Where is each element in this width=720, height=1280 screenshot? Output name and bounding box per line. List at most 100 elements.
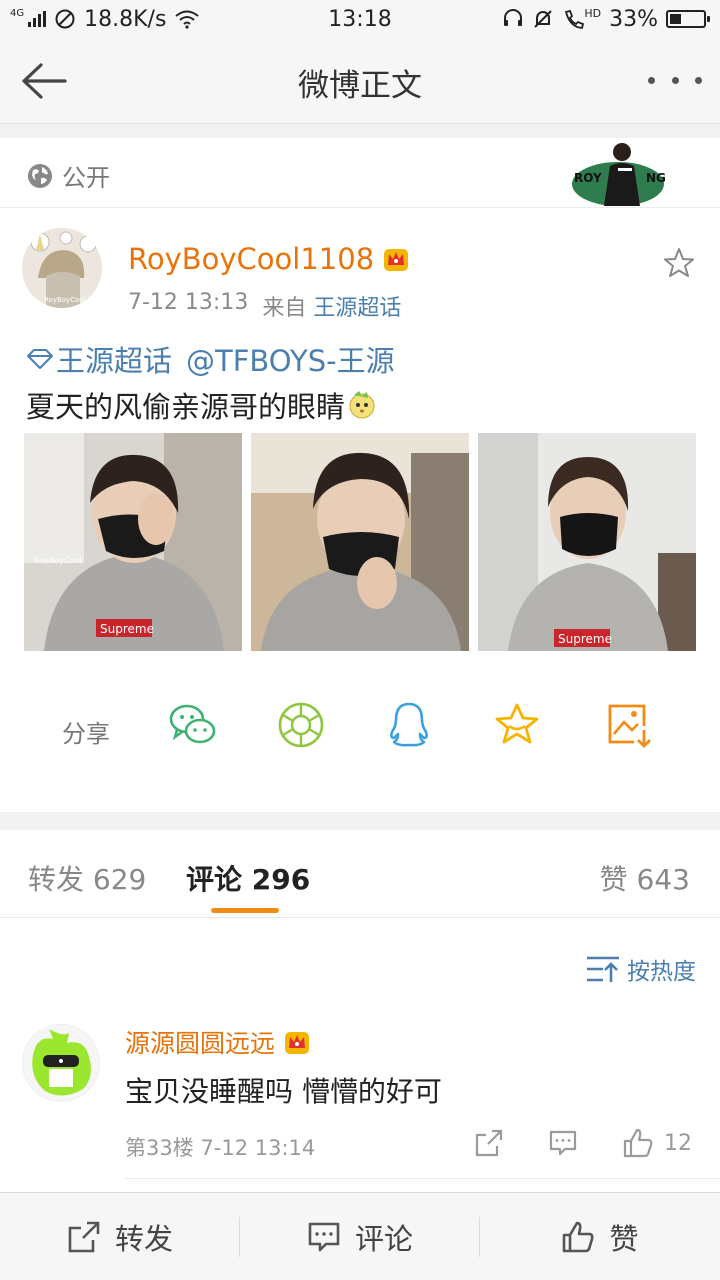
status-left: 4G 18.8K/s bbox=[10, 7, 200, 32]
interaction-tabs: 转发 629 评论 296 赞 643 bbox=[0, 830, 720, 918]
thumbs-up-icon bbox=[563, 1221, 595, 1252]
vip-crown-icon bbox=[384, 249, 409, 271]
repost-label: 转发 bbox=[114, 1221, 173, 1256]
comment-forward-button[interactable] bbox=[474, 1126, 504, 1160]
repost-button[interactable]: 转发 bbox=[0, 1193, 240, 1280]
post-photo-1[interactable]: Supreme RoyBoyCool bbox=[24, 433, 242, 651]
more-button[interactable] bbox=[648, 64, 702, 96]
source-prefix: 来自 bbox=[262, 296, 307, 321]
photo-image bbox=[251, 433, 469, 651]
sort-label: 按热度 bbox=[627, 959, 696, 985]
comment-text: 宝贝没睡醒吗 懵懵的好可 bbox=[125, 1075, 442, 1108]
visibility-bar: 公开 ROY NG bbox=[0, 138, 720, 208]
commenter-avatar[interactable] bbox=[22, 1024, 100, 1102]
wechat-icon bbox=[169, 704, 216, 744]
sort-button[interactable]: 按热度 bbox=[585, 952, 696, 986]
author-name-text: RoyBoyCool1108 bbox=[128, 242, 375, 276]
no-sim-icon bbox=[55, 9, 75, 29]
tab-comment[interactable]: 评论 296 bbox=[186, 858, 310, 898]
avatar-image bbox=[23, 1025, 99, 1101]
thumbs-up-icon bbox=[623, 1128, 653, 1158]
section-gap bbox=[0, 812, 720, 830]
shirt-text: Supreme bbox=[558, 632, 612, 646]
tab-repost-count: 629 bbox=[92, 863, 147, 896]
comment-label: 评论 bbox=[354, 1221, 413, 1256]
mute-icon bbox=[534, 10, 553, 28]
comment-icon bbox=[549, 1130, 577, 1156]
card-badge[interactable]: ROY NG bbox=[566, 138, 670, 206]
nav-header: 微博正文 bbox=[0, 38, 720, 124]
visibility-label: 公开 bbox=[62, 164, 110, 192]
user-badge-image: ROY NG bbox=[572, 143, 666, 206]
signal-icon bbox=[28, 11, 47, 27]
author-name[interactable]: RoyBoyCool1108 bbox=[128, 242, 410, 276]
mention-link[interactable]: @TFBOYS-王源 bbox=[186, 338, 395, 380]
avatar-watermark: RoyBoyCool bbox=[44, 296, 86, 304]
favorite-button[interactable] bbox=[662, 246, 696, 280]
tab-like-count: 643 bbox=[636, 863, 690, 896]
comment-floor: 第33楼 bbox=[125, 1136, 194, 1160]
divider bbox=[125, 1178, 720, 1179]
share-favorite-button[interactable] bbox=[492, 700, 542, 750]
comment-reply-button[interactable] bbox=[548, 1126, 578, 1160]
headset-icon bbox=[504, 9, 523, 26]
share-label: 分享 bbox=[62, 720, 110, 748]
comment-like-button[interactable]: 12 bbox=[622, 1126, 692, 1160]
shirt-text: Supreme bbox=[100, 622, 154, 636]
tab-like-label: 赞 bbox=[599, 863, 628, 896]
save-image-button[interactable] bbox=[604, 700, 654, 750]
qq-icon bbox=[390, 702, 428, 747]
comment-button[interactable]: 评论 bbox=[240, 1193, 480, 1280]
tab-like[interactable]: 赞 643 bbox=[600, 858, 690, 898]
favorite-star-icon bbox=[495, 703, 539, 744]
star-outline-icon bbox=[664, 248, 694, 277]
share-wechat-button[interactable] bbox=[168, 700, 218, 750]
battery-percent: 33% bbox=[609, 6, 658, 32]
page-title: 微博正文 bbox=[298, 68, 422, 104]
diamond-icon bbox=[27, 349, 53, 369]
post-tags: 王源超话 @TFBOYS-王源 bbox=[26, 338, 395, 380]
share-qq-button[interactable] bbox=[384, 700, 434, 750]
share-moments-button[interactable] bbox=[276, 700, 326, 750]
topic-link[interactable]: 王源超话 bbox=[26, 338, 172, 380]
photo-image: Supreme RoyBoyCool bbox=[24, 433, 242, 651]
photo-image: Supreme bbox=[478, 433, 696, 651]
vip-crown-icon bbox=[285, 1032, 310, 1054]
weibo-post: RoyBoyCool RoyBoyCool1108 7-12 13:13 来自 … bbox=[0, 208, 720, 812]
globe-icon bbox=[28, 163, 52, 188]
post-source-link[interactable]: 王源超话 bbox=[313, 296, 401, 321]
battery-fill bbox=[670, 14, 681, 24]
repost-icon bbox=[68, 1221, 100, 1252]
bottom-action-bar: 转发 评论 赞 bbox=[0, 1192, 720, 1280]
post-time: 7-12 13:13 bbox=[128, 290, 249, 315]
tab-comment-label: 评论 bbox=[186, 863, 243, 896]
post-photo-2[interactable] bbox=[251, 433, 469, 651]
save-image-icon bbox=[608, 704, 651, 748]
status-right: HD 33% bbox=[502, 6, 710, 32]
comment-time: 7-12 13:14 bbox=[200, 1136, 316, 1160]
emoji-icon bbox=[349, 391, 375, 419]
topic-text: 王源超话 bbox=[56, 344, 173, 378]
status-bar: 4G 18.8K/s 13:18 HD 33% bbox=[0, 0, 720, 38]
network-type: 4G bbox=[10, 7, 25, 19]
photo-grid: Supreme RoyBoyCool Supreme bbox=[24, 433, 696, 651]
commenter-name[interactable]: 源源圆圆远远 bbox=[125, 1024, 311, 1060]
more-dot-icon bbox=[695, 76, 702, 84]
author-avatar[interactable]: RoyBoyCool bbox=[22, 228, 102, 308]
avatar-image: RoyBoyCool bbox=[22, 228, 102, 308]
more-dot-icon bbox=[648, 76, 655, 84]
share-row: 分享 bbox=[0, 700, 720, 760]
comment-like-count: 12 bbox=[664, 1130, 692, 1156]
post-text: 夏天的风偷亲源哥的眼睛 bbox=[26, 384, 377, 426]
hd-label: HD bbox=[584, 6, 602, 20]
like-button[interactable]: 赞 bbox=[480, 1193, 720, 1280]
visibility-indicator: 公开 bbox=[26, 158, 110, 193]
post-text-content: 夏天的风偷亲源哥的眼睛 bbox=[26, 390, 346, 424]
comment-item: 源源圆圆远远 宝贝没睡醒吗 懵懵的好可 第33楼 7-12 13:14 12 bbox=[0, 1020, 720, 1190]
section-gap bbox=[0, 124, 720, 138]
post-photo-3[interactable]: Supreme bbox=[478, 433, 696, 651]
share-out-icon bbox=[475, 1129, 503, 1157]
tab-repost[interactable]: 转发 629 bbox=[28, 858, 146, 898]
network-speed: 18.8K/s bbox=[84, 6, 167, 32]
moments-icon bbox=[278, 702, 324, 748]
